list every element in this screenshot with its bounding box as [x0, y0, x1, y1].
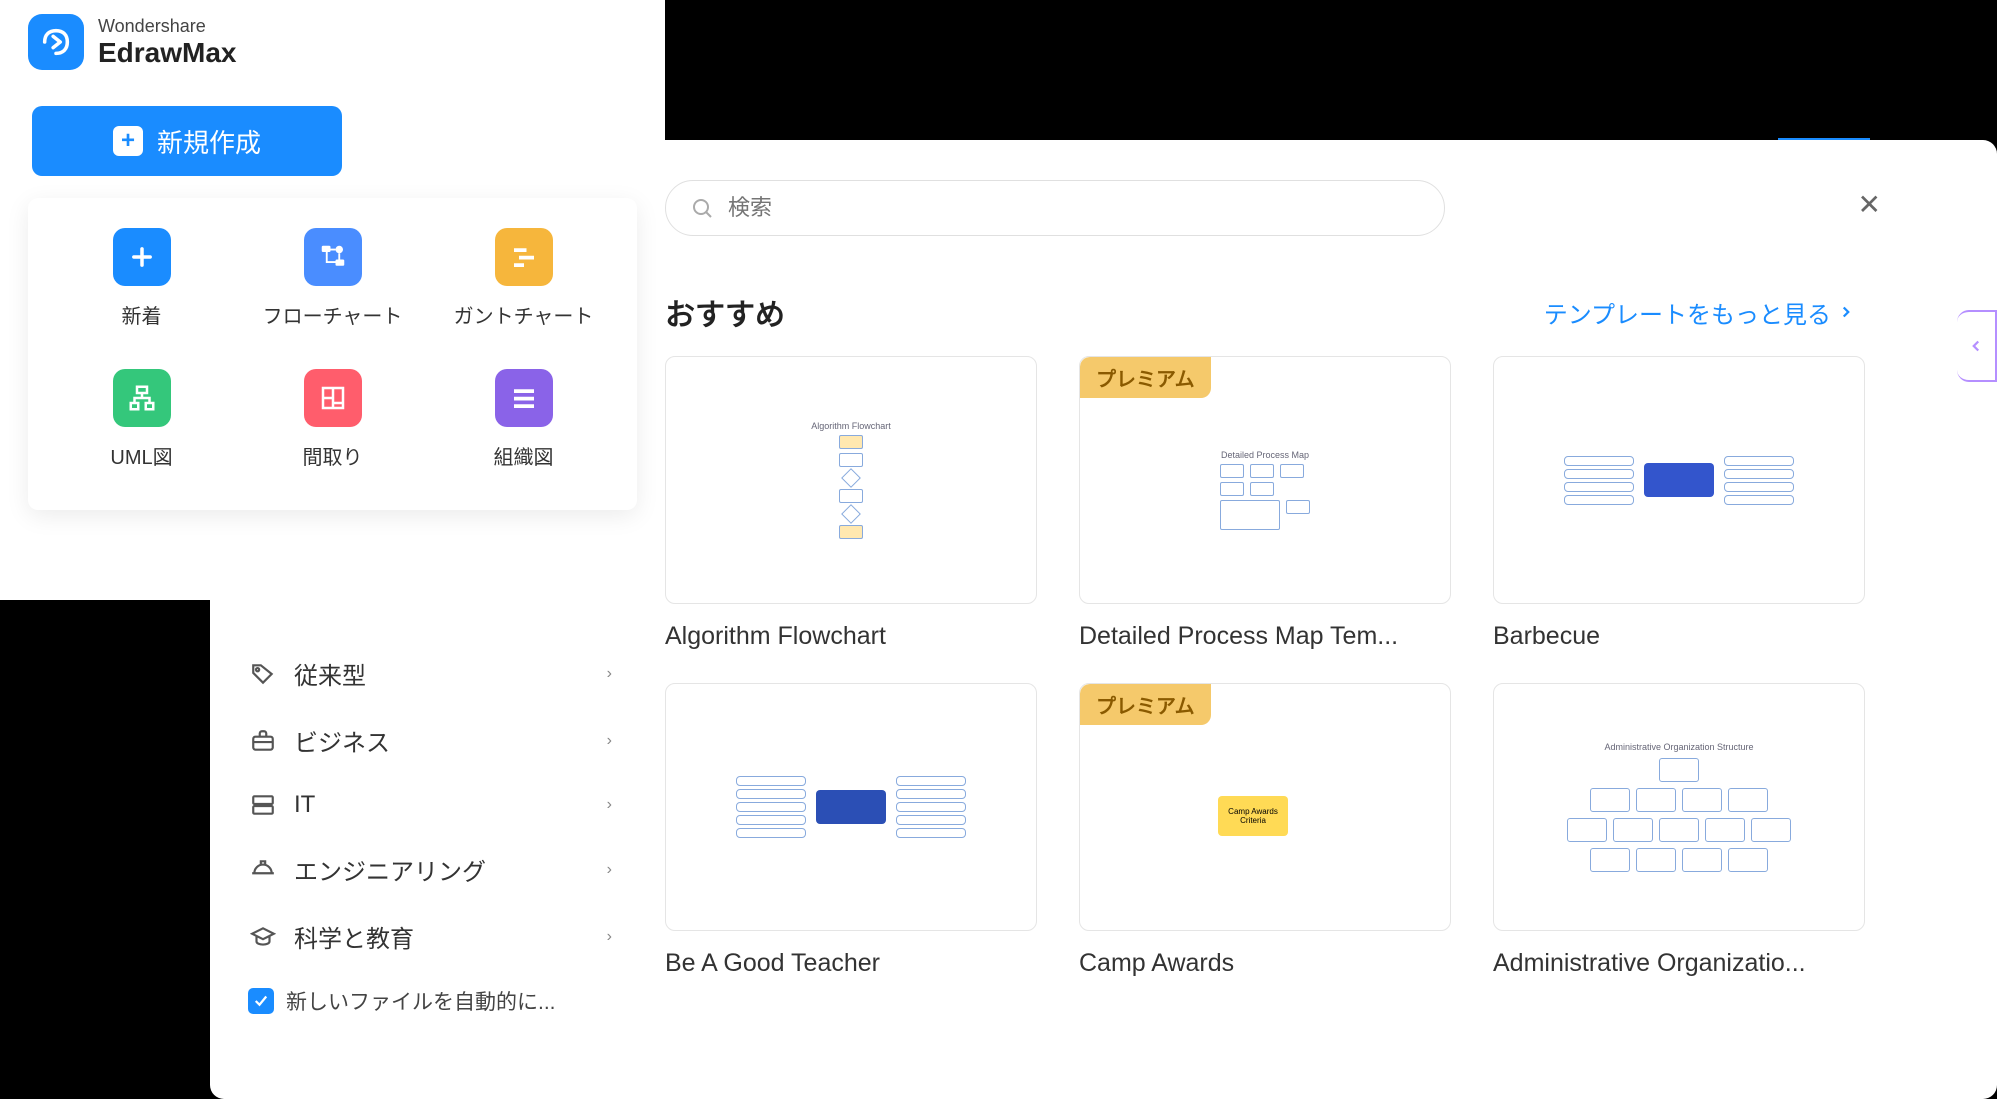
dropdown-item-orgchart[interactable]: 組織図	[440, 369, 607, 470]
template-title: Barbecue	[1493, 622, 1865, 651]
dropdown-item-gantt[interactable]: ガントチャート	[440, 228, 607, 329]
category-item-business[interactable]: ビジネス ›	[240, 707, 620, 774]
template-thumb: プレミアム Camp Awards Criteria	[1079, 683, 1451, 931]
chevron-right-icon: ›	[607, 665, 612, 683]
category-item-science[interactable]: 科学と教育 ›	[240, 903, 620, 970]
server-icon	[248, 790, 278, 820]
template-thumb: Administrative Organization Structure	[1493, 683, 1865, 931]
dropdown-item-new[interactable]: 新着	[58, 228, 225, 329]
template-title: Be A Good Teacher	[665, 949, 1037, 978]
template-thumb	[1493, 356, 1865, 604]
flowchart-icon	[304, 228, 362, 286]
dropdown-item-floorplan[interactable]: 間取り	[249, 369, 416, 470]
template-title: Administrative Organizatio...	[1493, 949, 1865, 978]
search-icon	[690, 196, 714, 220]
checkbox-checked-icon[interactable]	[248, 988, 274, 1014]
recommend-title: おすすめ	[665, 290, 785, 334]
premium-badge: プレミアム	[1080, 684, 1211, 725]
search-input[interactable]	[728, 195, 1420, 221]
template-card[interactable]: Administrative Organization Structure Ad…	[1493, 683, 1865, 978]
logo-icon	[28, 14, 84, 70]
template-dialog: ✕ おすすめ テンプレートをもっと見る Algorithm Flowchart …	[665, 180, 1895, 1080]
dropdown-label: フローチャート	[263, 300, 403, 329]
category-item-classic[interactable]: 従来型 ›	[240, 640, 620, 707]
orgchart-icon	[495, 369, 553, 427]
more-templates-link[interactable]: テンプレートをもっと見る	[1544, 295, 1855, 330]
dropdown-label: ガントチャート	[454, 300, 594, 329]
category-label: 従来型	[294, 656, 366, 691]
briefcase-icon	[248, 726, 278, 756]
brand-upper: Wondershare	[98, 16, 237, 37]
chevron-right-icon	[1837, 303, 1855, 321]
category-item-engineering[interactable]: エンジニアリング ›	[240, 836, 620, 903]
start-panel: Wondershare EdrawMax + 新規作成 新着 フローチャート ガ…	[0, 0, 665, 600]
tag-icon	[248, 659, 278, 689]
category-label: ビジネス	[294, 723, 390, 758]
app-logo: Wondershare EdrawMax	[0, 0, 665, 84]
new-dropdown: 新着 フローチャート ガントチャート UML図 間取り	[28, 198, 637, 510]
template-search[interactable]	[665, 180, 1445, 236]
template-title: Detailed Process Map Tem...	[1079, 622, 1451, 651]
category-label: 科学と教育	[294, 919, 414, 954]
uml-icon	[113, 369, 171, 427]
chevron-right-icon: ›	[607, 928, 612, 946]
side-collapse-toggle[interactable]	[1957, 310, 1997, 382]
template-thumb: プレミアム Detailed Process Map	[1079, 356, 1451, 604]
chevron-right-icon: ›	[607, 861, 612, 879]
template-card[interactable]: プレミアム Camp Awards Criteria Camp Awards	[1079, 683, 1451, 978]
template-grid: Algorithm Flowchart Algorithm Flowchart …	[665, 356, 1865, 978]
template-card[interactable]: Algorithm Flowchart Algorithm Flowchart	[665, 356, 1037, 651]
gantt-icon	[495, 228, 553, 286]
graduation-icon	[248, 922, 278, 952]
plus-icon: +	[113, 126, 143, 156]
template-title: Camp Awards	[1079, 949, 1451, 978]
category-item-it[interactable]: IT ›	[240, 774, 620, 836]
dropdown-label: 間取り	[303, 441, 363, 470]
dropdown-label: 新着	[122, 300, 162, 329]
floorplan-icon	[304, 369, 362, 427]
category-sidebar: 従来型 › ビジネス › IT › エンジニアリング › 科学と教育 ›	[240, 640, 620, 1032]
chevron-right-icon: ›	[607, 732, 612, 750]
helmet-icon	[248, 855, 278, 885]
dropdown-label: UML図	[110, 441, 172, 470]
template-card[interactable]: Barbecue	[1493, 356, 1865, 651]
premium-badge: プレミアム	[1080, 357, 1211, 398]
category-label: IT	[294, 791, 315, 819]
template-title: Algorithm Flowchart	[665, 622, 1037, 651]
dropdown-label: 組織図	[494, 441, 554, 470]
plus-square-icon	[113, 228, 171, 286]
new-create-label: 新規作成	[157, 123, 261, 160]
template-card[interactable]: Be A Good Teacher	[665, 683, 1037, 978]
category-label: エンジニアリング	[294, 852, 486, 887]
template-thumb	[665, 683, 1037, 931]
template-thumb: Algorithm Flowchart	[665, 356, 1037, 604]
dropdown-item-flowchart[interactable]: フローチャート	[249, 228, 416, 329]
more-templates-label: テンプレートをもっと見る	[1544, 295, 1831, 330]
new-create-button[interactable]: + 新規作成	[32, 106, 342, 176]
chevron-right-icon: ›	[607, 796, 612, 814]
brand-lower: EdrawMax	[98, 37, 237, 69]
close-icon[interactable]: ✕	[1858, 188, 1881, 221]
auto-save-row[interactable]: 新しいファイルを自動的に...	[240, 970, 620, 1032]
template-card[interactable]: プレミアム Detailed Process Map Detailed Proc…	[1079, 356, 1451, 651]
dropdown-item-uml[interactable]: UML図	[58, 369, 225, 470]
auto-save-label: 新しいファイルを自動的に...	[286, 986, 556, 1016]
